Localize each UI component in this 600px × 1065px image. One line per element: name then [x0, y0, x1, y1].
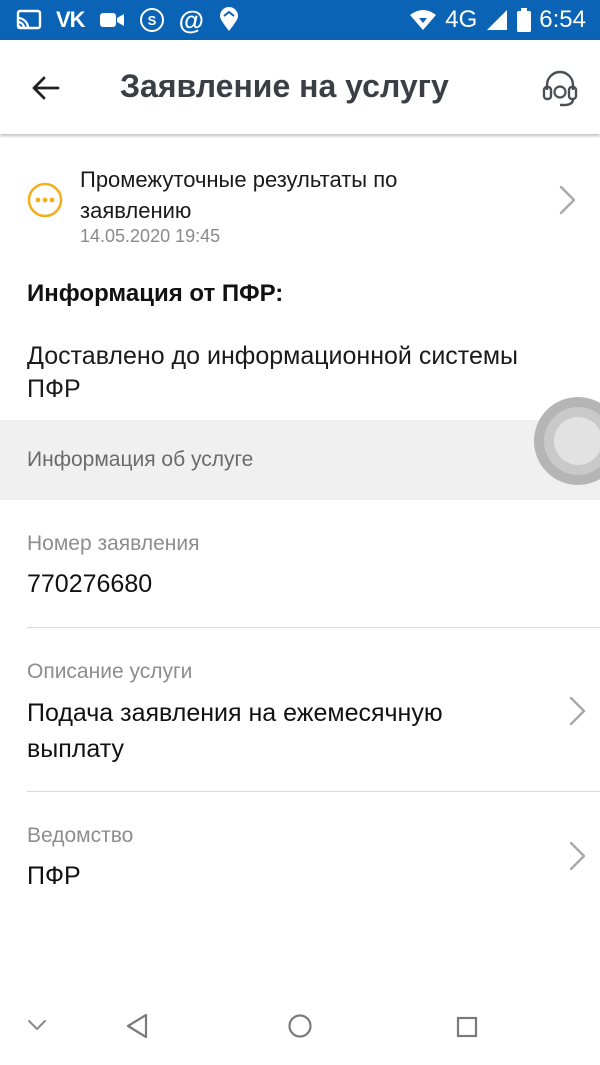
video-camera-icon	[99, 11, 125, 29]
location-pin-icon	[218, 7, 240, 33]
system-navigation-bar	[0, 985, 600, 1065]
service-description-value: Подача заявления на ежемесячную выплату	[27, 699, 443, 763]
department-label: Ведомство	[27, 824, 134, 847]
divider	[27, 627, 600, 628]
skype-icon: S	[139, 7, 165, 33]
intermediate-results-date: 14.05.2020 19:45	[80, 226, 221, 246]
nav-recents-icon[interactable]	[455, 1015, 479, 1039]
status-bar: VK S @ 4G 6:54	[0, 0, 600, 40]
clock: 6:54	[539, 6, 586, 33]
divider	[27, 791, 600, 792]
status-bar-system: 4G 6:54	[409, 0, 586, 40]
chevron-right-icon	[559, 185, 576, 215]
cast-icon	[16, 9, 42, 31]
nav-back-icon[interactable]	[124, 1012, 150, 1040]
support-button[interactable]	[534, 62, 586, 114]
battery-icon	[517, 8, 532, 32]
svg-text:S: S	[147, 13, 156, 28]
arrow-back-icon	[32, 76, 60, 100]
chevron-right-icon	[569, 841, 586, 871]
service-info-section-title: Информация об услуге	[27, 448, 254, 471]
signal-icon	[485, 9, 509, 31]
headset-icon	[542, 70, 578, 107]
chevron-right-icon	[569, 696, 586, 726]
chevron-down-icon[interactable]	[26, 1017, 48, 1033]
assistive-touch-button[interactable]	[534, 396, 600, 486]
pfr-info-message: Доставлено до информационной системы ПФР	[27, 342, 519, 403]
application-number-value: 770276680	[27, 570, 153, 598]
back-button[interactable]	[20, 62, 72, 114]
nav-home-icon[interactable]	[287, 1013, 313, 1039]
status-bar-notifications: VK S @	[16, 0, 240, 40]
application-number-label: Номер заявления	[27, 532, 200, 555]
vk-icon: VK	[56, 7, 86, 32]
email-at-icon: @	[178, 4, 204, 35]
pfr-info-heading: Информация от ПФР:	[27, 280, 284, 307]
service-info-section-header: Информация об услуге	[0, 420, 600, 500]
network-type: 4G	[445, 6, 478, 33]
app-toolbar: Заявление на услугу	[0, 40, 600, 134]
intermediate-results-title: Промежуточные результаты по заявлению	[80, 167, 398, 223]
page-title: Заявление на услугу	[120, 68, 449, 104]
intermediate-results-row[interactable]: Промежуточные результаты по заявлению 14…	[0, 150, 600, 254]
department-value: ПФР	[27, 862, 81, 890]
pending-status-icon	[27, 182, 63, 218]
service-description-label: Описание услуги	[27, 660, 193, 683]
wifi-icon	[409, 9, 437, 31]
